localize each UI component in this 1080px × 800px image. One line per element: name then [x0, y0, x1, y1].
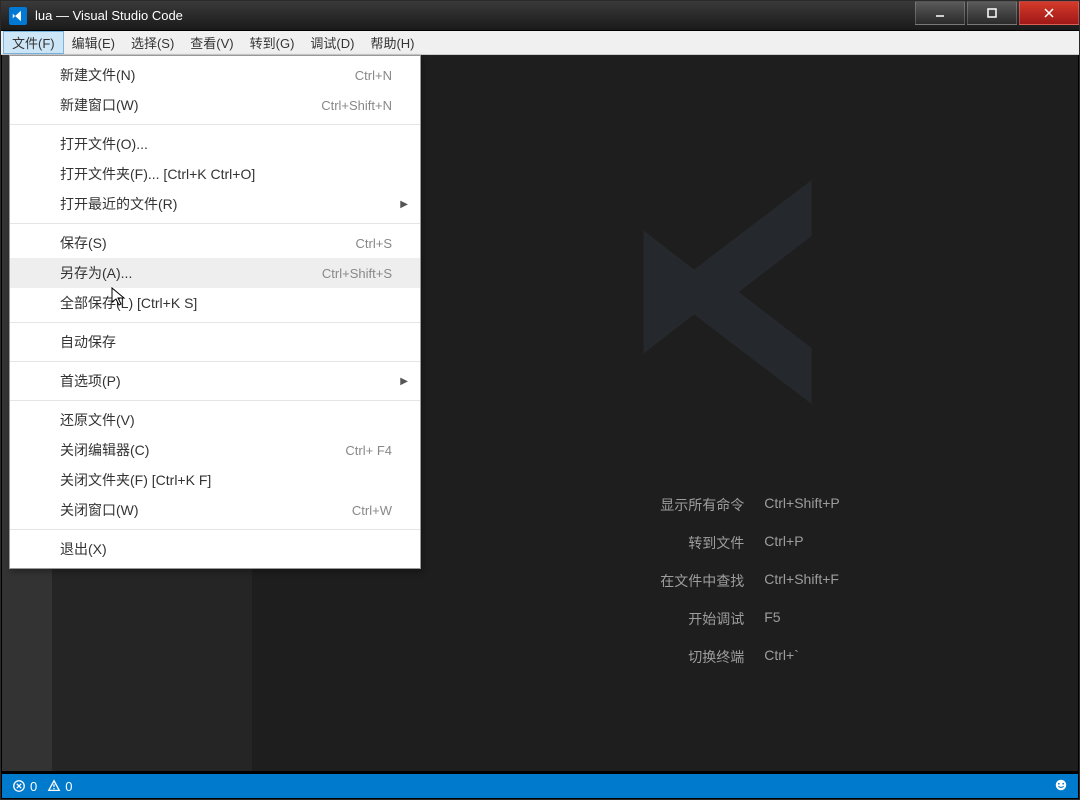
shortcut-key: Ctrl+Shift+P	[764, 495, 839, 515]
shortcut-key: Ctrl+`	[764, 647, 839, 667]
window-frame: lua — Visual Studio Code 文件(F) 编辑(E) 选择(…	[0, 0, 1080, 800]
submenu-arrow-icon: ▶	[400, 376, 408, 387]
menu-item-label: 新建文件(N)	[60, 65, 135, 85]
file-menu-item[interactable]: 全部保存(L) [Ctrl+K S]	[10, 288, 420, 318]
shortcut-label: 在文件中查找	[660, 571, 744, 591]
menu-item-label: 自动保存	[60, 332, 116, 352]
menu-item-label: 打开文件夹(F)... [Ctrl+K Ctrl+O]	[60, 164, 255, 184]
menu-separator	[10, 124, 420, 125]
menubar: 文件(F) 编辑(E) 选择(S) 查看(V) 转到(G) 调试(D) 帮助(H…	[1, 31, 1079, 55]
menu-item-label: 首选项(P)	[60, 371, 121, 391]
file-menu-item[interactable]: 打开最近的文件(R) ▶	[10, 189, 420, 219]
menu-item-label: 还原文件(V)	[60, 410, 135, 430]
file-menu-item[interactable]: 关闭文件夹(F) [Ctrl+K F]	[10, 465, 420, 495]
shortcut-label: 显示所有命令	[660, 495, 744, 515]
submenu-arrow-icon: ▶	[400, 199, 408, 210]
menu-item-label: 关闭编辑器(C)	[60, 440, 149, 460]
file-menu-item[interactable]: 打开文件夹(F)... [Ctrl+K Ctrl+O]	[10, 159, 420, 189]
shortcut-label: 转到文件	[660, 533, 744, 553]
error-count: 0	[30, 779, 37, 794]
menu-item-label: 关闭文件夹(F) [Ctrl+K F]	[60, 470, 211, 490]
menu-item-label: 另存为(A)...	[60, 263, 132, 283]
shortcut-key: Ctrl+Shift+F	[764, 571, 839, 591]
menu-item-label: 打开最近的文件(R)	[60, 194, 177, 214]
status-warnings[interactable]: 0	[47, 779, 72, 794]
menu-item-shortcut: Ctrl+Shift+N	[321, 98, 392, 113]
statusbar: 0 0	[2, 774, 1078, 798]
menubar-edit[interactable]: 编辑(E)	[64, 31, 123, 54]
welcome-panel: 显示所有命令 Ctrl+Shift+P 转到文件 Ctrl+P 在文件中查找 C…	[462, 125, 1038, 721]
menubar-help[interactable]: 帮助(H)	[362, 31, 422, 54]
file-menu-item[interactable]: 新建窗口(W) Ctrl+Shift+N	[10, 90, 420, 120]
menu-separator	[10, 223, 420, 224]
menu-separator	[10, 322, 420, 323]
menu-item-label: 关闭窗口(W)	[60, 500, 139, 520]
vscode-watermark-icon	[610, 152, 890, 432]
menu-item-shortcut: Ctrl+Shift+S	[322, 266, 392, 281]
welcome-shortcuts: 显示所有命令 Ctrl+Shift+P 转到文件 Ctrl+P 在文件中查找 C…	[660, 495, 839, 667]
file-menu-item[interactable]: 另存为(A)... Ctrl+Shift+S	[10, 258, 420, 288]
menu-item-label: 新建窗口(W)	[60, 95, 139, 115]
menu-separator	[10, 361, 420, 362]
menubar-debug[interactable]: 调试(D)	[302, 31, 362, 54]
menu-item-shortcut: Ctrl+S	[356, 236, 392, 251]
maximize-button[interactable]	[967, 1, 1017, 25]
feedback-smile-icon[interactable]	[1054, 778, 1068, 795]
menubar-select[interactable]: 选择(S)	[123, 31, 182, 54]
file-menu-item[interactable]: 关闭窗口(W) Ctrl+W	[10, 495, 420, 525]
file-menu-item[interactable]: 首选项(P) ▶	[10, 366, 420, 396]
menu-item-label: 全部保存(L) [Ctrl+K S]	[60, 293, 197, 313]
menubar-go[interactable]: 转到(G)	[242, 31, 303, 54]
file-menu-item[interactable]: 保存(S) Ctrl+S	[10, 228, 420, 258]
vscode-icon	[9, 7, 27, 25]
menu-item-shortcut: Ctrl+N	[355, 68, 392, 83]
menu-separator	[10, 529, 420, 530]
menu-separator	[10, 400, 420, 401]
shortcut-key: F5	[764, 609, 839, 629]
menu-item-label: 退出(X)	[60, 539, 107, 559]
file-menu-item[interactable]: 自动保存	[10, 327, 420, 357]
menubar-view[interactable]: 查看(V)	[182, 31, 241, 54]
warning-count: 0	[65, 779, 72, 794]
shortcut-label: 开始调试	[660, 609, 744, 629]
shortcut-key: Ctrl+P	[764, 533, 839, 553]
file-menu-item[interactable]: 打开文件(O)...	[10, 129, 420, 159]
file-menu-item[interactable]: 新建文件(N) Ctrl+N	[10, 60, 420, 90]
titlebar: lua — Visual Studio Code	[1, 1, 1079, 31]
file-menu-dropdown: 新建文件(N) Ctrl+N 新建窗口(W) Ctrl+Shift+N 打开文件(O).…	[9, 55, 421, 569]
window-controls	[913, 1, 1079, 30]
menu-item-shortcut: Ctrl+ F4	[345, 443, 392, 458]
window-title: lua — Visual Studio Code	[35, 8, 183, 23]
status-errors[interactable]: 0	[12, 779, 37, 794]
menu-item-label: 保存(S)	[60, 233, 107, 253]
minimize-button[interactable]	[915, 1, 965, 25]
file-menu-item[interactable]: 退出(X)	[10, 534, 420, 564]
menu-item-label: 打开文件(O)...	[60, 134, 148, 154]
menu-item-shortcut: Ctrl+W	[352, 503, 392, 518]
file-menu-item[interactable]: 还原文件(V)	[10, 405, 420, 435]
menubar-file[interactable]: 文件(F)	[3, 31, 64, 54]
close-button[interactable]	[1019, 1, 1079, 25]
shortcut-label: 切换终端	[660, 647, 744, 667]
file-menu-item[interactable]: 关闭编辑器(C) Ctrl+ F4	[10, 435, 420, 465]
